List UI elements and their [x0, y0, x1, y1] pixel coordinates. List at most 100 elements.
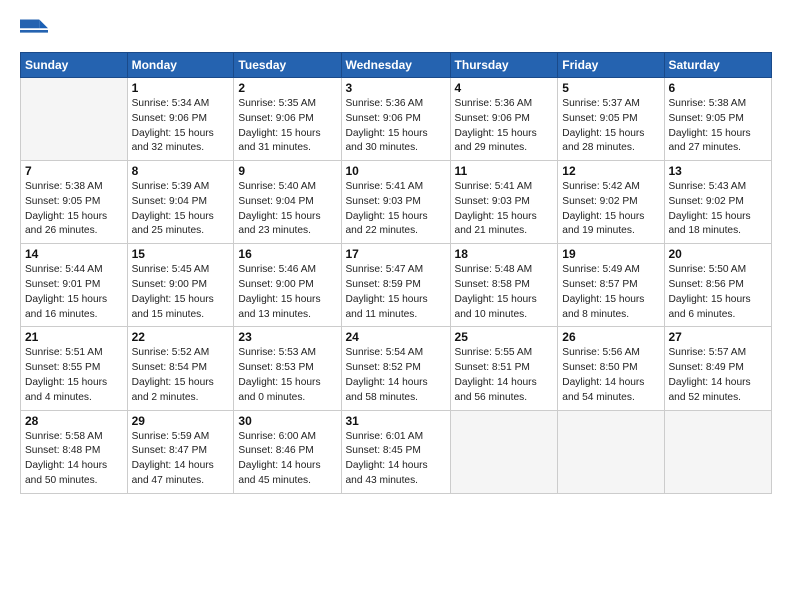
day-info: Sunrise: 5:34 AM Sunset: 9:06 PM Dayligh…: [132, 97, 230, 156]
calendar-cell: 26 Sunrise: 5:56 AM Sunset: 8:50 PM Dayli…: [558, 327, 664, 410]
day-number: 1: [132, 81, 230, 95]
day-number: 2: [238, 81, 336, 95]
day-number: 8: [132, 164, 230, 178]
day-info: Sunrise: 5:36 AM Sunset: 9:06 PM Dayligh…: [455, 97, 554, 156]
day-info: Sunrise: 5:46 AM Sunset: 9:00 PM Dayligh…: [238, 263, 336, 322]
day-info: Sunrise: 5:47 AM Sunset: 8:59 PM Dayligh…: [346, 263, 446, 322]
day-number: 14: [25, 247, 123, 261]
calendar-cell: 1 Sunrise: 5:34 AM Sunset: 9:06 PM Daylig…: [127, 78, 234, 161]
calendar-cell: 6 Sunrise: 5:38 AM Sunset: 9:05 PM Daylig…: [664, 78, 772, 161]
day-number: 7: [25, 164, 123, 178]
day-info: Sunrise: 5:54 AM Sunset: 8:52 PM Dayligh…: [346, 346, 446, 405]
calendar-cell: 17 Sunrise: 5:47 AM Sunset: 8:59 PM Dayli…: [341, 244, 450, 327]
day-info: Sunrise: 5:45 AM Sunset: 9:00 PM Dayligh…: [132, 263, 230, 322]
day-number: 16: [238, 247, 336, 261]
calendar-cell: 29Sunrise: 5:59 AM Sunset: 8:47 PM Dayli…: [127, 410, 234, 493]
calendar-cell: 23Sunrise: 5:53 AM Sunset: 8:53 PM Dayli…: [234, 327, 341, 410]
day-info: Sunrise: 5:41 AM Sunset: 9:03 PM Dayligh…: [346, 180, 446, 239]
day-number: 12: [562, 164, 659, 178]
day-number: 21: [25, 330, 123, 344]
calendar-cell: 3 Sunrise: 5:36 AM Sunset: 9:06 PM Daylig…: [341, 78, 450, 161]
day-info: Sunrise: 5:37 AM Sunset: 9:05 PM Dayligh…: [562, 97, 659, 156]
calendar-cell: 9 Sunrise: 5:40 AM Sunset: 9:04 PM Daylig…: [234, 161, 341, 244]
day-number: 15: [132, 247, 230, 261]
calendar-cell: 10Sunrise: 5:41 AM Sunset: 9:03 PM Dayli…: [341, 161, 450, 244]
calendar-cell: 31 Sunrise: 6:01 AM Sunset: 8:45 PM Dayli…: [341, 410, 450, 493]
weekday-header: Wednesday: [341, 53, 450, 78]
day-info: Sunrise: 5:41 AM Sunset: 9:03 PM Dayligh…: [455, 180, 554, 239]
calendar-week-row: 1 Sunrise: 5:34 AM Sunset: 9:06 PM Daylig…: [21, 78, 772, 161]
day-info: Sunrise: 5:43 AM Sunset: 9:02 PM Dayligh…: [669, 180, 768, 239]
day-info: Sunrise: 5:38 AM Sunset: 9:05 PM Dayligh…: [25, 180, 123, 239]
day-info: Sunrise: 5:55 AM Sunset: 8:51 PM Dayligh…: [455, 346, 554, 405]
day-number: 9: [238, 164, 336, 178]
day-info: Sunrise: 5:50 AM Sunset: 8:56 PM Dayligh…: [669, 263, 768, 322]
day-number: 31: [346, 414, 446, 428]
day-info: Sunrise: 6:01 AM Sunset: 8:45 PM Dayligh…: [346, 430, 446, 489]
day-number: 5: [562, 81, 659, 95]
day-number: 20: [669, 247, 768, 261]
calendar-cell: [558, 410, 664, 493]
day-info: Sunrise: 5:36 AM Sunset: 9:06 PM Dayligh…: [346, 97, 446, 156]
day-number: 27: [669, 330, 768, 344]
calendar-cell: 22 Sunrise: 5:52 AM Sunset: 8:54 PM Dayli…: [127, 327, 234, 410]
day-number: 28: [25, 414, 123, 428]
day-info: Sunrise: 5:38 AM Sunset: 9:05 PM Dayligh…: [669, 97, 768, 156]
day-info: Sunrise: 5:42 AM Sunset: 9:02 PM Dayligh…: [562, 180, 659, 239]
day-info: Sunrise: 5:52 AM Sunset: 8:54 PM Dayligh…: [132, 346, 230, 405]
header-row: SundayMondayTuesdayWednesdayThursdayFrid…: [21, 53, 772, 78]
day-info: Sunrise: 5:49 AM Sunset: 8:57 PM Dayligh…: [562, 263, 659, 322]
day-number: 17: [346, 247, 446, 261]
day-number: 22: [132, 330, 230, 344]
calendar-cell: 25 Sunrise: 5:55 AM Sunset: 8:51 PM Dayli…: [450, 327, 558, 410]
logo: [20, 16, 52, 44]
weekday-header: Monday: [127, 53, 234, 78]
day-info: Sunrise: 5:56 AM Sunset: 8:50 PM Dayligh…: [562, 346, 659, 405]
calendar-cell: 27Sunrise: 5:57 AM Sunset: 8:49 PM Dayli…: [664, 327, 772, 410]
day-info: Sunrise: 5:44 AM Sunset: 9:01 PM Dayligh…: [25, 263, 123, 322]
day-number: 29: [132, 414, 230, 428]
day-number: 26: [562, 330, 659, 344]
day-info: Sunrise: 5:58 AM Sunset: 8:48 PM Dayligh…: [25, 430, 123, 489]
calendar-cell: [664, 410, 772, 493]
day-info: Sunrise: 5:51 AM Sunset: 8:55 PM Dayligh…: [25, 346, 123, 405]
calendar-week-row: 14 Sunrise: 5:44 AM Sunset: 9:01 PM Dayli…: [21, 244, 772, 327]
calendar-cell: 19Sunrise: 5:49 AM Sunset: 8:57 PM Dayli…: [558, 244, 664, 327]
day-number: 11: [455, 164, 554, 178]
day-number: 25: [455, 330, 554, 344]
calendar-cell: 4Sunrise: 5:36 AM Sunset: 9:06 PM Daylig…: [450, 78, 558, 161]
calendar-cell: 14 Sunrise: 5:44 AM Sunset: 9:01 PM Dayli…: [21, 244, 128, 327]
header: [20, 16, 772, 44]
day-number: 6: [669, 81, 768, 95]
weekday-header: Sunday: [21, 53, 128, 78]
calendar-cell: 28 Sunrise: 5:58 AM Sunset: 8:48 PM Dayli…: [21, 410, 128, 493]
day-info: Sunrise: 5:39 AM Sunset: 9:04 PM Dayligh…: [132, 180, 230, 239]
calendar-cell: 8 Sunrise: 5:39 AM Sunset: 9:04 PM Daylig…: [127, 161, 234, 244]
logo-icon: [20, 16, 48, 44]
weekday-header: Friday: [558, 53, 664, 78]
calendar-cell: 24 Sunrise: 5:54 AM Sunset: 8:52 PM Dayli…: [341, 327, 450, 410]
calendar-cell: 11 Sunrise: 5:41 AM Sunset: 9:03 PM Dayli…: [450, 161, 558, 244]
day-number: 3: [346, 81, 446, 95]
calendar-cell: 16 Sunrise: 5:46 AM Sunset: 9:00 PM Dayli…: [234, 244, 341, 327]
day-number: 13: [669, 164, 768, 178]
calendar-week-row: 28 Sunrise: 5:58 AM Sunset: 8:48 PM Dayli…: [21, 410, 772, 493]
calendar-cell: 13 Sunrise: 5:43 AM Sunset: 9:02 PM Dayli…: [664, 161, 772, 244]
day-info: Sunrise: 5:48 AM Sunset: 8:58 PM Dayligh…: [455, 263, 554, 322]
calendar-cell: 15 Sunrise: 5:45 AM Sunset: 9:00 PM Dayli…: [127, 244, 234, 327]
calendar-week-row: 7 Sunrise: 5:38 AM Sunset: 9:05 PM Daylig…: [21, 161, 772, 244]
day-number: 30: [238, 414, 336, 428]
calendar-cell: 2 Sunrise: 5:35 AM Sunset: 9:06 PM Daylig…: [234, 78, 341, 161]
page: SundayMondayTuesdayWednesdayThursdayFrid…: [0, 0, 792, 514]
calendar-week-row: 21 Sunrise: 5:51 AM Sunset: 8:55 PM Dayli…: [21, 327, 772, 410]
day-info: Sunrise: 5:40 AM Sunset: 9:04 PM Dayligh…: [238, 180, 336, 239]
day-info: Sunrise: 5:35 AM Sunset: 9:06 PM Dayligh…: [238, 97, 336, 156]
calendar-cell: 7 Sunrise: 5:38 AM Sunset: 9:05 PM Daylig…: [21, 161, 128, 244]
calendar-cell: [21, 78, 128, 161]
weekday-header: Saturday: [664, 53, 772, 78]
calendar-cell: 18 Sunrise: 5:48 AM Sunset: 8:58 PM Dayli…: [450, 244, 558, 327]
day-number: 18: [455, 247, 554, 261]
calendar-cell: 20 Sunrise: 5:50 AM Sunset: 8:56 PM Dayli…: [664, 244, 772, 327]
calendar-cell: 5 Sunrise: 5:37 AM Sunset: 9:05 PM Daylig…: [558, 78, 664, 161]
day-number: 24: [346, 330, 446, 344]
